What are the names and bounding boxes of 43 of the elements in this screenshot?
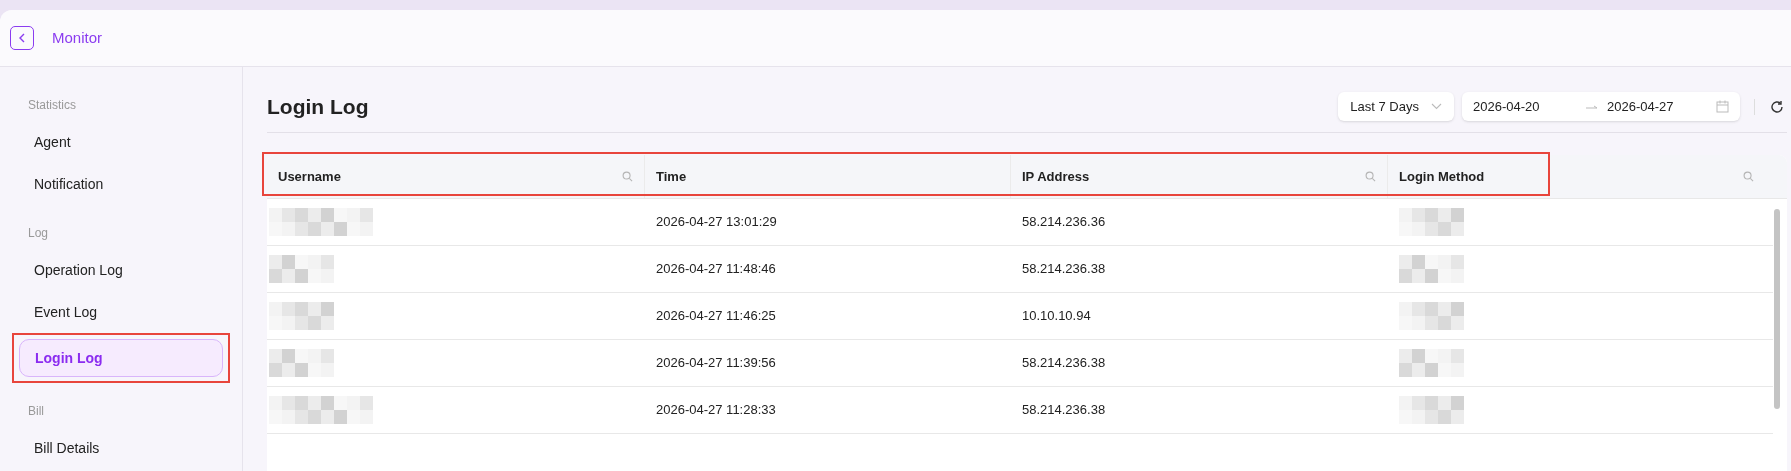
table-cell-text: 10.10.10.94 xyxy=(1021,307,1092,326)
back-button[interactable] xyxy=(10,26,34,50)
column-label: Time xyxy=(656,167,688,186)
sidebar-item[interactable]: Bill Details xyxy=(18,427,224,469)
sidebar-item[interactable]: Operation Log xyxy=(18,249,224,291)
search-icon[interactable] xyxy=(1743,171,1754,182)
sidebar-group-label: Bill xyxy=(27,403,45,420)
table-cell-text: 58.214.236.38 xyxy=(1021,354,1107,373)
chevron-down-icon xyxy=(1431,103,1442,110)
column-label: Username xyxy=(278,167,342,186)
table-cell-text: 58.214.236.36 xyxy=(1021,213,1107,232)
refresh-button[interactable] xyxy=(1769,98,1785,115)
sidebar-item[interactable]: Login Log xyxy=(19,339,223,377)
table-cell-text: 2026-04-27 11:39:56 xyxy=(655,354,777,373)
table-cell-text: 2026-04-27 11:28:33 xyxy=(655,401,777,420)
pixelated-text xyxy=(1399,302,1464,330)
search-icon[interactable] xyxy=(622,171,633,182)
range-select[interactable]: Last 7 Days xyxy=(1338,92,1454,121)
table-cell-text: 58.214.236.38 xyxy=(1021,260,1107,279)
table-cell-text: 2026-04-27 11:48:46 xyxy=(655,260,777,279)
end-date[interactable]: 2026-04-27 xyxy=(1607,96,1716,117)
pixelated-text xyxy=(1399,396,1464,424)
calendar-icon xyxy=(1716,100,1729,113)
page-title: Login Log xyxy=(267,93,370,120)
date-range-field[interactable]: 2026-04-20 2026-04-27 xyxy=(1462,92,1740,121)
sidebar-item[interactable]: Notification xyxy=(18,163,224,205)
column-label: IP Address xyxy=(1022,167,1091,186)
table-cell-text: 58.214.236.38 xyxy=(1021,401,1107,420)
start-date[interactable]: 2026-04-20 xyxy=(1473,96,1585,117)
column-label: Login Method xyxy=(1399,167,1486,186)
table-cell-text: 2026-04-27 13:01:29 xyxy=(655,213,778,232)
pixelated-text xyxy=(1399,255,1464,283)
sidebar-group-label: Log xyxy=(27,225,50,242)
chevron-left-icon xyxy=(18,33,26,43)
header-title: Monitor xyxy=(52,27,103,48)
table-cell-text: 2026-04-27 11:46:25 xyxy=(655,307,777,326)
refresh-icon xyxy=(1770,99,1784,114)
search-icon[interactable] xyxy=(1365,171,1376,182)
sidebar-item[interactable]: Agent xyxy=(18,121,224,163)
pixelated-text xyxy=(1399,349,1464,377)
sidebar-item[interactable]: Event Log xyxy=(18,291,224,333)
sidebar-group-label: Statistics xyxy=(27,97,77,114)
pixelated-text xyxy=(1399,208,1464,236)
